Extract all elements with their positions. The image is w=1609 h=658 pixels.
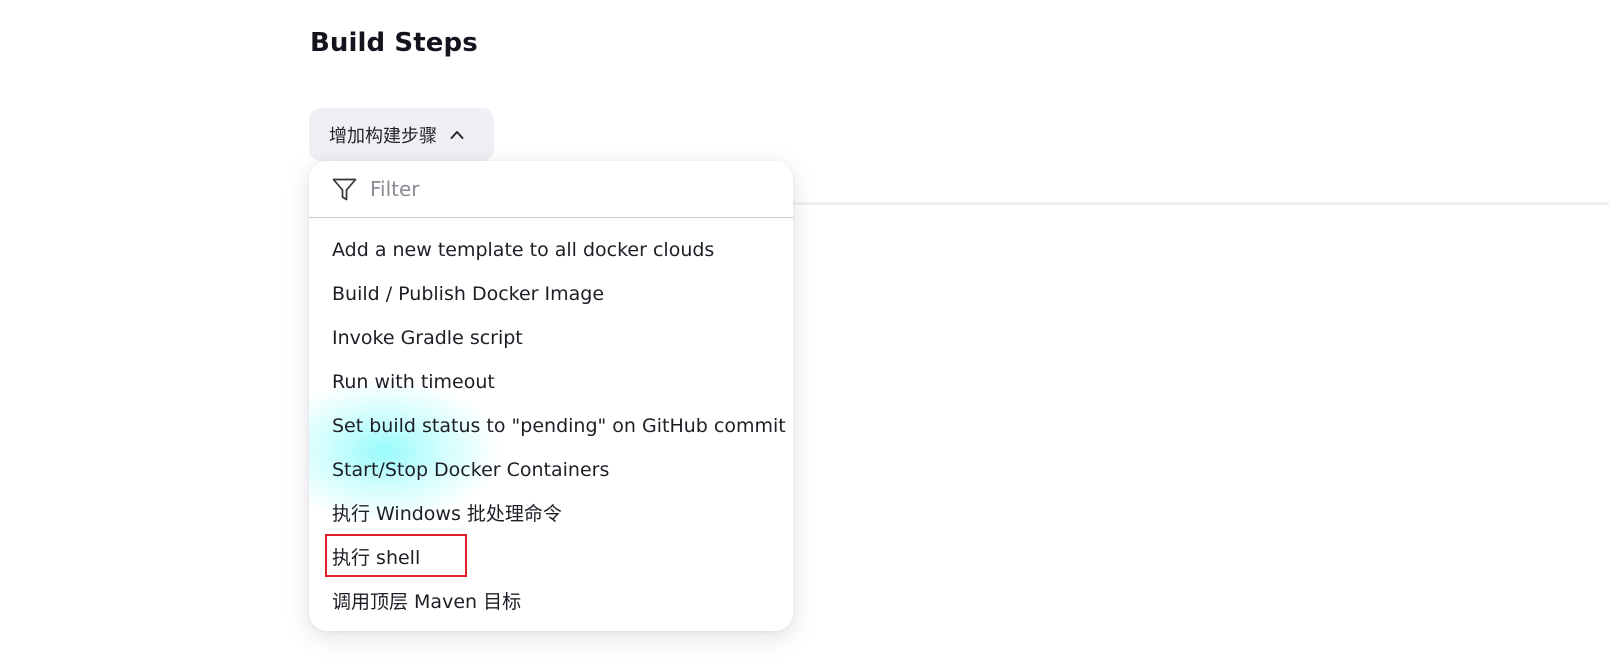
section-title: Build Steps: [310, 28, 478, 58]
menu-item-execute-shell[interactable]: 执行 shell: [309, 536, 793, 580]
menu-item-add-docker-template[interactable]: Add a new template to all docker clouds: [309, 228, 793, 272]
section-divider: [793, 202, 1609, 205]
menu-item-execute-windows-batch[interactable]: 执行 Windows 批处理命令: [309, 492, 793, 536]
filter-input[interactable]: [370, 177, 750, 201]
menu-item-invoke-maven-targets[interactable]: 调用顶层 Maven 目标: [309, 580, 793, 624]
menu-item-start-stop-docker-containers[interactable]: Start/Stop Docker Containers: [309, 448, 793, 492]
build-step-list: Add a new template to all docker clouds …: [309, 218, 793, 624]
menu-item-run-with-timeout[interactable]: Run with timeout: [309, 360, 793, 404]
chevron-up-icon: [449, 127, 465, 143]
menu-item-set-build-status-pending[interactable]: Set build status to "pending" on GitHub …: [309, 404, 793, 448]
filter-icon: [331, 176, 358, 203]
add-build-step-button[interactable]: 增加构建步骤: [309, 108, 494, 161]
build-step-dropdown: Add a new template to all docker clouds …: [309, 161, 793, 631]
add-build-step-label: 增加构建步骤: [329, 125, 437, 147]
menu-item-invoke-gradle-script[interactable]: Invoke Gradle script: [309, 316, 793, 360]
page: Build Steps 增加构建步骤 Add a new template to…: [0, 0, 1609, 658]
menu-item-build-publish-docker-image[interactable]: Build / Publish Docker Image: [309, 272, 793, 316]
filter-row: [309, 161, 793, 218]
